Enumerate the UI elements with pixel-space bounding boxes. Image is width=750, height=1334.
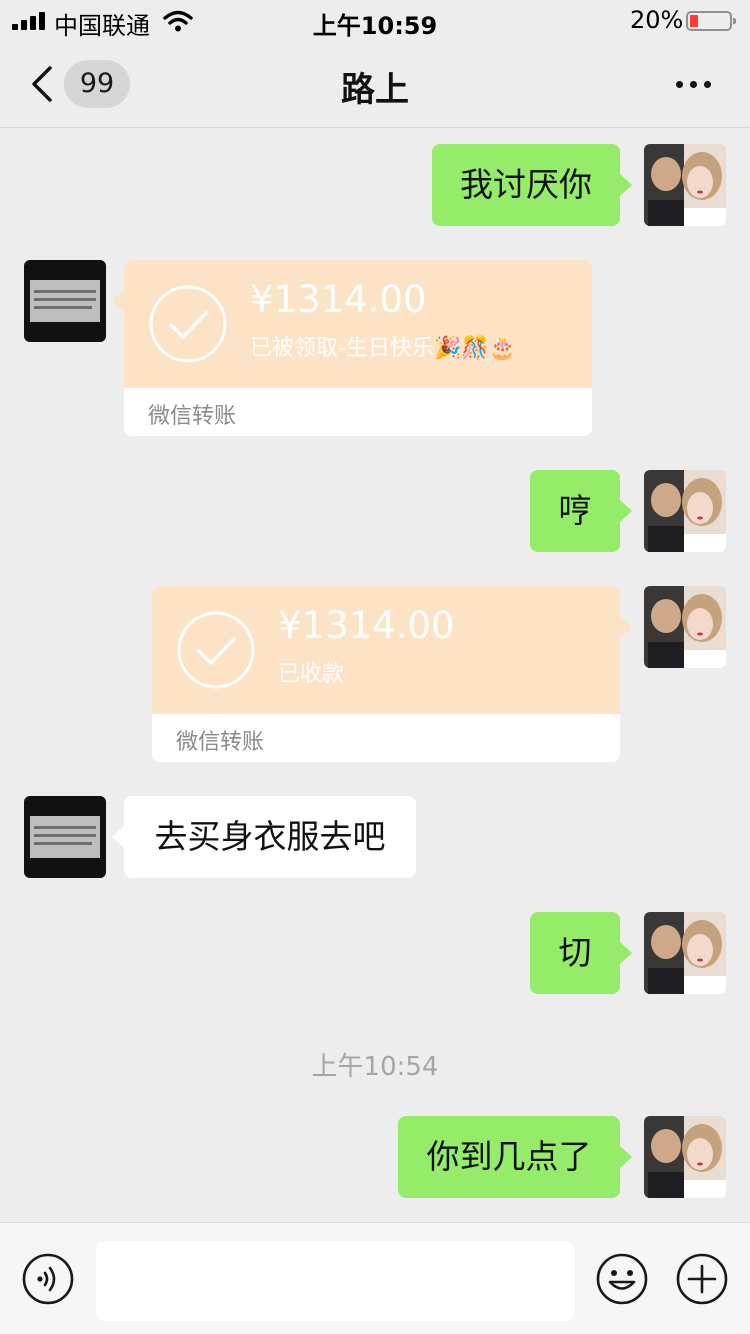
contact-avatar[interactable]: [24, 260, 106, 342]
battery-fill: [690, 15, 698, 27]
input-bar: [0, 1222, 750, 1334]
battery-percent: 20%: [630, 6, 684, 34]
bubble-tail: [620, 1146, 632, 1168]
bubble-tail: [620, 942, 632, 964]
my-avatar[interactable]: [644, 912, 726, 994]
transfer-card-header: ¥1314.00 已收款: [152, 586, 620, 714]
nav-bar: 99 路上: [0, 40, 750, 128]
emoji-icon[interactable]: [596, 1253, 648, 1305]
message-timestamp: 上午10:54: [311, 1052, 439, 1082]
check-circle-icon: [177, 611, 255, 689]
voice-icon[interactable]: [22, 1253, 74, 1305]
chat-title: 路上: [341, 70, 409, 110]
my-avatar[interactable]: [644, 470, 726, 552]
transfer-label: 微信转账: [176, 730, 265, 755]
status-bar: 中国联通 上午10:59 20%: [0, 0, 750, 40]
contact-avatar[interactable]: [24, 796, 106, 878]
my-avatar[interactable]: [644, 586, 726, 668]
my-avatar[interactable]: [644, 144, 726, 226]
transfer-label: 微信转账: [148, 404, 237, 429]
text-bubble-outgoing[interactable]: 我讨厌你: [432, 144, 620, 226]
battery-icon: [686, 11, 736, 31]
bubble-tail: [620, 616, 632, 638]
transfer-amount: ¥1314.00: [250, 278, 427, 321]
text-bubble-outgoing[interactable]: 哼: [530, 470, 620, 552]
bubble-tail: [620, 174, 632, 196]
text-bubble-outgoing[interactable]: 切: [530, 912, 620, 994]
bubble-tail: [112, 290, 124, 312]
text-bubble-outgoing[interactable]: 你到几点了: [398, 1116, 620, 1198]
text-bubble-incoming[interactable]: 去买身衣服去吧: [124, 796, 416, 878]
transfer-card-header: ¥1314.00 已被领取-生日快乐🎉🎊🎂: [124, 260, 592, 388]
transfer-card-outgoing[interactable]: ¥1314.00 已收款 微信转账: [152, 586, 620, 762]
bubble-tail: [112, 826, 124, 848]
plus-icon[interactable]: [676, 1253, 728, 1305]
transfer-status: 已收款: [278, 662, 345, 687]
more-dots-icon[interactable]: [672, 68, 716, 100]
message-list[interactable]: 我讨厌你 ¥1314.00 已被领取-生日快乐🎉🎊🎂 微信转账 哼 ¥1314.…: [0, 128, 750, 1220]
transfer-card-incoming[interactable]: ¥1314.00 已被领取-生日快乐🎉🎊🎂 微信转账: [124, 260, 592, 436]
transfer-status: 已被领取-生日快乐🎉🎊🎂: [250, 336, 517, 361]
bubble-tail: [620, 500, 632, 522]
chat-screen: 中国联通 上午10:59 20% 99 路上 我讨厌你 ¥1314.00 已被领…: [0, 0, 750, 1334]
message-input[interactable]: [96, 1241, 574, 1321]
my-avatar[interactable]: [644, 1116, 726, 1198]
transfer-amount: ¥1314.00: [278, 604, 455, 647]
check-circle-icon: [149, 285, 227, 363]
